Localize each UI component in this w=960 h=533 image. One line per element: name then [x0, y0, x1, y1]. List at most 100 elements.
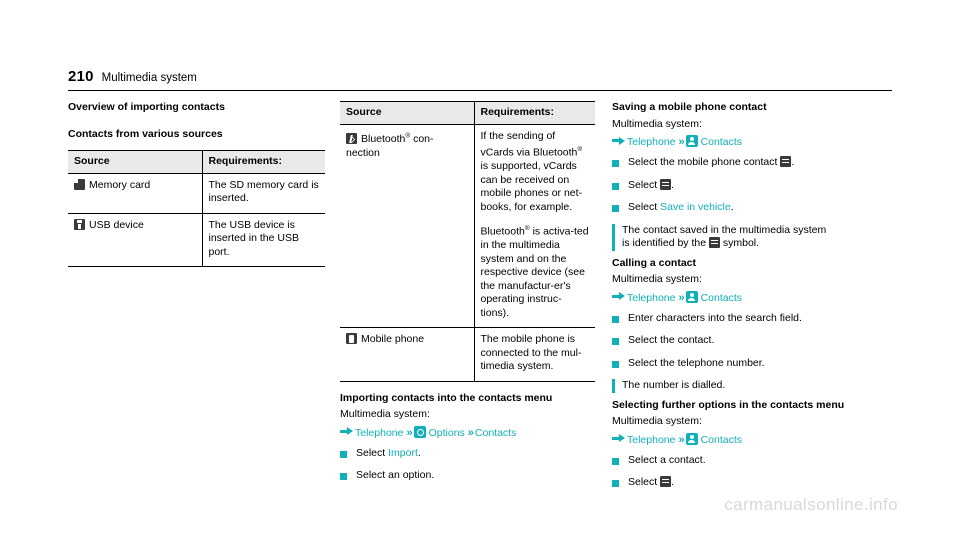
step-text: Select a contact. [628, 453, 706, 466]
menu-item-contacts[interactable]: Contacts [701, 136, 742, 148]
menu-item-import[interactable]: Import [388, 447, 418, 459]
cell-source: Memory card [68, 173, 203, 214]
multimedia-system-label: Multimedia system: [612, 273, 702, 285]
step-text: Select an option. [356, 469, 435, 481]
menu-item-telephone[interactable]: Telephone [627, 136, 675, 148]
requirement-paragraph-2: Bluetooth® is activa-ted in the multimed… [480, 225, 589, 319]
step-prefix: Select [356, 446, 389, 459]
step-item: Select the mobile phone contact . [612, 156, 892, 173]
note-suffix: symbol. [719, 237, 760, 249]
step-bullet-icon [340, 450, 347, 458]
arrow-right-icon [612, 433, 625, 444]
cell-requirement: The SD memory card is inserted. [202, 173, 325, 214]
menu-item-telephone[interactable]: Telephone [627, 434, 675, 446]
chevron-right-icon: » [406, 426, 412, 439]
source-label: USB device [89, 218, 144, 231]
watermark: carmanualsonline.info [724, 495, 898, 514]
cell-source: USB device [68, 213, 203, 267]
table-row: USB device The USB device is inserted in… [68, 213, 325, 267]
mobile-phone-icon [346, 333, 357, 344]
step-item: Select the contact. [612, 334, 892, 351]
step-prefix: Select [628, 178, 661, 191]
contacts-icon [685, 135, 698, 147]
menu-item-save-in-vehicle[interactable]: Save in vehicle [660, 201, 731, 213]
note-saving-contact: The contact saved in the multimedia syst… [612, 223, 892, 251]
menu-item-contacts[interactable]: Contacts [701, 292, 742, 304]
note-line-1: The number is dialled. [622, 379, 726, 391]
step-text: Enter characters into the search field. [628, 311, 802, 324]
menu-item-contacts[interactable]: Contacts [475, 427, 516, 439]
step-bullet-icon [340, 473, 347, 480]
note-line-1: The contact saved in the multimedia syst… [622, 223, 827, 236]
step-suffix: . [671, 178, 675, 191]
step-item: Select Import. [340, 447, 595, 464]
chevron-right-icon: » [467, 426, 474, 439]
step-item: Select a contact. [612, 454, 892, 471]
document-page: 210 Multimedia system Overview of import… [0, 0, 960, 533]
list-menu-icon [780, 156, 792, 167]
table-header-row: Source Requirements: [68, 150, 325, 174]
step-item: Select an option. [340, 469, 595, 486]
header-divider [68, 90, 892, 91]
step-suffix: . [417, 446, 421, 459]
source-label: Memory card [89, 178, 151, 191]
menu-path-importing: Telephone» Options» Contacts [340, 425, 595, 441]
overview-heading: Overview of importing contacts [68, 101, 225, 113]
column-header-requirements: Requirements: [474, 101, 595, 125]
chevron-right-icon: » [678, 433, 684, 446]
step-text: Select . [628, 476, 892, 493]
step-item: Select . [612, 476, 892, 493]
step-text: Select Save in vehicle. [628, 201, 892, 218]
step-suffix: . [730, 201, 734, 213]
list-menu-icon [660, 476, 672, 487]
step-prefix: Select [628, 476, 661, 488]
menu-item-options[interactable]: Options [429, 427, 465, 439]
contact-symbol-icon [708, 237, 720, 248]
arrow-right-icon [612, 291, 625, 302]
column-1: Overview of importing contacts Contacts … [68, 101, 325, 267]
step-item: Select . [612, 178, 892, 196]
usb-device-icon [74, 218, 85, 230]
note-prefix: is identified by the [622, 237, 709, 249]
chapter-title: Multimedia system [101, 72, 197, 84]
step-prefix: Select the mobile phone contact [628, 156, 781, 168]
table-row: Mobile phone The mobile phone is connect… [340, 327, 595, 382]
options-gear-icon [413, 425, 426, 438]
cell-requirement: The mobile phone is connected to the mul… [474, 327, 595, 382]
step-text: Select . [628, 178, 892, 196]
note-line-2: is identified by the symbol. [622, 237, 892, 251]
step-suffix: . [671, 476, 675, 488]
column-header-source: Source [68, 150, 203, 174]
step-text: Select the telephone number. [628, 356, 765, 369]
chevron-right-icon: » [678, 136, 684, 148]
step-bullet-icon [612, 457, 619, 465]
multimedia-system-label: Multimedia system: [612, 415, 702, 427]
menu-item-telephone[interactable]: Telephone [355, 427, 403, 439]
page-number: 210 [68, 68, 94, 85]
multimedia-system-label: Multimedia system: [340, 408, 430, 420]
cell-requirement: If the sending of vCards via Bluetooth® … [474, 124, 595, 328]
cell-requirement: The USB device is inserted in the USB po… [202, 213, 325, 267]
step-bullet-icon [612, 480, 619, 487]
column-2: Source Requirements: Bluetooth® con-nect… [340, 101, 595, 486]
menu-item-contacts[interactable]: Contacts [701, 434, 742, 446]
step-bullet-icon [612, 338, 619, 345]
step-bullet-icon [612, 205, 619, 212]
table-row: Memory card The SD memory card is insert… [68, 173, 325, 214]
table-row: Bluetooth® con-nection If the sending of… [340, 124, 595, 328]
calling-contact-heading: Calling a contact [612, 256, 697, 269]
table-header-row: Source Requirements: [340, 101, 595, 125]
step-bullet-icon [612, 315, 619, 323]
further-options-heading: Selecting further options in the contact… [612, 398, 845, 411]
step-bullet-icon [612, 360, 619, 368]
step-item: Select the telephone number. [612, 357, 892, 374]
source-label: Mobile phone [361, 333, 425, 345]
multimedia-system-label: Multimedia system: [612, 117, 702, 130]
cell-source: Mobile phone [340, 327, 475, 382]
step-text: Select the mobile phone contact . [628, 156, 892, 173]
menu-path-saving: Telephone» Contacts [612, 135, 892, 150]
step-text: Select Import. [356, 447, 595, 464]
menu-path-further-options: Telephone» Contacts [612, 432, 892, 448]
contacts-icon [685, 290, 698, 303]
menu-item-telephone[interactable]: Telephone [627, 292, 675, 304]
